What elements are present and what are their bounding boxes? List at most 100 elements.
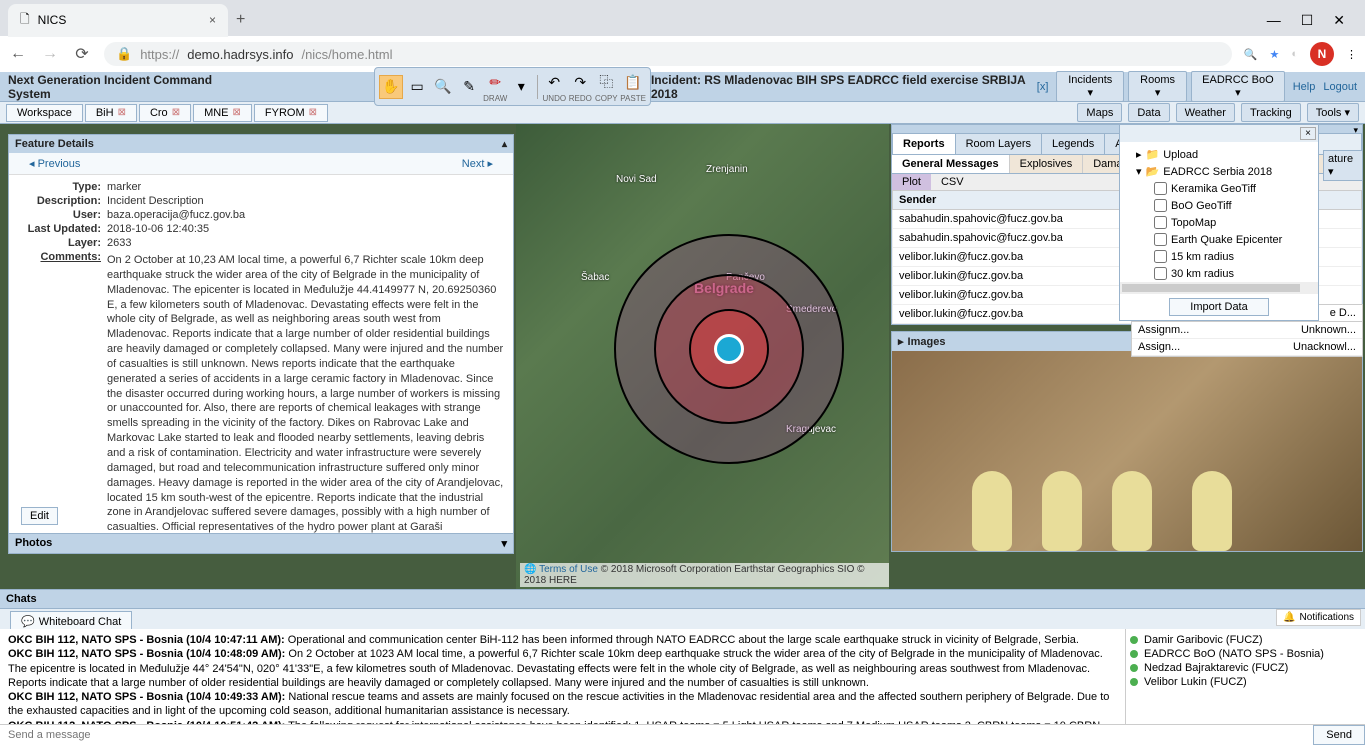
- send-button[interactable]: Send: [1313, 725, 1365, 745]
- tree-folder-upload[interactable]: ▸📁Upload: [1124, 146, 1314, 163]
- map-view[interactable]: Novi Sad Zrenjanin Pančevo Šabac Smedere…: [516, 124, 889, 589]
- chat-user[interactable]: Velibor Lukin (FUCZ): [1130, 675, 1361, 689]
- next-feature[interactable]: Next ▸: [462, 157, 493, 170]
- feature-panel-header[interactable]: Feature Details▴: [9, 135, 513, 153]
- chat-icon: 💬: [21, 615, 35, 628]
- import-data-button[interactable]: Import Data: [1169, 298, 1269, 316]
- expand-icon[interactable]: ▸: [898, 335, 904, 348]
- menu-icon[interactable]: ⋮: [1346, 48, 1357, 61]
- tab-legends[interactable]: Legends: [1042, 134, 1105, 154]
- scrollbar[interactable]: [1122, 284, 1300, 292]
- pencil-tool[interactable]: ✎: [457, 75, 481, 99]
- profile-avatar[interactable]: N: [1310, 42, 1334, 66]
- layer-checkbox[interactable]: [1154, 182, 1167, 195]
- tab-csv[interactable]: CSV: [931, 174, 974, 190]
- maps-button[interactable]: Maps: [1077, 103, 1122, 122]
- hand-tool[interactable]: ✋: [379, 75, 403, 99]
- edit-button[interactable]: Edit: [21, 507, 58, 525]
- tab-fyrom[interactable]: FYROM⊠: [254, 104, 328, 122]
- forward-button[interactable]: →: [40, 45, 60, 63]
- tracking-button[interactable]: Tracking: [1241, 103, 1301, 122]
- copy-button[interactable]: ⿻: [594, 70, 618, 94]
- minimize-icon[interactable]: —: [1267, 12, 1281, 29]
- paste-button[interactable]: 📋: [621, 70, 645, 94]
- browser-tab[interactable]: 🗋 NICS ×: [8, 4, 228, 37]
- incident-image[interactable]: [892, 351, 1362, 551]
- tab-cro[interactable]: Cro⊠: [139, 104, 191, 122]
- zoom-icon[interactable]: 🔍: [1244, 48, 1258, 61]
- redo-button[interactable]: ↷: [568, 70, 592, 94]
- notifications-button[interactable]: 🔔Notifications: [1276, 609, 1361, 626]
- tab-reports[interactable]: Reports: [893, 134, 956, 154]
- user-dropdown[interactable]: EADRCC BoO ▾: [1191, 71, 1285, 102]
- chat-messages[interactable]: OKC BIH 112, NATO SPS - Bosnia (10/4 10:…: [0, 629, 1125, 724]
- tab-mne[interactable]: MNE⊠: [193, 104, 252, 122]
- close-icon[interactable]: ⊠: [118, 107, 126, 118]
- chat-input[interactable]: [0, 725, 1313, 745]
- close-icon[interactable]: ⊠: [172, 107, 180, 118]
- maximize-icon[interactable]: ☐: [1301, 12, 1314, 29]
- tools-dropdown[interactable]: Tools ▾: [1307, 103, 1359, 122]
- feature-details-panel: Feature Details▴ ◂ Previous Next ▸ Type:…: [8, 134, 514, 554]
- chats-header[interactable]: Chats: [0, 589, 1365, 609]
- chat-user[interactable]: EADRCC BoO (NATO SPS - Bosnia): [1130, 647, 1361, 661]
- photos-panel-header[interactable]: Photos▾: [9, 533, 513, 553]
- data-button[interactable]: Data: [1128, 103, 1169, 122]
- new-tab-button[interactable]: +: [236, 11, 245, 29]
- bookmark-icon[interactable]: ★: [1269, 48, 1279, 61]
- logout-link[interactable]: Logout: [1323, 81, 1357, 93]
- tree-layer-item[interactable]: Earth Quake Epicenter: [1124, 231, 1314, 248]
- back-button[interactable]: ←: [8, 45, 28, 63]
- weather-button[interactable]: Weather: [1176, 103, 1235, 122]
- select-tool[interactable]: ▭: [405, 75, 429, 99]
- help-link[interactable]: Help: [1293, 81, 1316, 93]
- tab-workspace[interactable]: Workspace: [6, 104, 83, 122]
- tree-layer-item[interactable]: Keramika GeoTiff: [1124, 180, 1314, 197]
- address-bar[interactable]: 🔒 https://demo.hadrsys.info/nics/home.ht…: [104, 42, 1232, 66]
- collapse-icon[interactable]: ▾: [501, 537, 507, 550]
- terms-link[interactable]: Terms of Use: [539, 564, 598, 575]
- feature-dropdown-hidden[interactable]: ature ▾: [1323, 150, 1363, 181]
- comments-label: Comments:: [17, 251, 107, 533]
- close-icon[interactable]: ⊠: [233, 107, 241, 118]
- close-icon[interactable]: ⊠: [309, 107, 317, 118]
- layer-checkbox[interactable]: [1154, 267, 1167, 280]
- image-tool[interactable]: ▾: [509, 75, 533, 99]
- prev-feature[interactable]: ◂ Previous: [29, 157, 80, 170]
- layer-checkbox[interactable]: [1154, 216, 1167, 229]
- rooms-dropdown[interactable]: Rooms ▾: [1128, 71, 1187, 102]
- tree-layer-item[interactable]: 30 km radius: [1124, 265, 1314, 282]
- chat-message: OKC BIH 112, NATO SPS - Bosnia (10/4 10:…: [8, 647, 1117, 690]
- close-tab-icon[interactable]: ×: [209, 13, 216, 27]
- draw-tool[interactable]: ✏: [483, 70, 507, 94]
- close-window-icon[interactable]: ✕: [1333, 12, 1345, 29]
- updated-label: Last Updated:: [17, 223, 107, 235]
- map-attribution: 🌐 Terms of Use © 2018 Microsoft Corporat…: [520, 563, 889, 587]
- chat-user[interactable]: Damir Garibovic (FUCZ): [1130, 633, 1361, 647]
- earthquake-epicenter[interactable]: [614, 234, 844, 464]
- layer-checkbox[interactable]: [1154, 250, 1167, 263]
- zoom-tool[interactable]: 🔍: [431, 75, 455, 99]
- tree-layer-item[interactable]: 15 km radius: [1124, 248, 1314, 265]
- tab-bih[interactable]: BiH⊠: [85, 104, 137, 122]
- tab-room-layers[interactable]: Room Layers: [956, 134, 1042, 154]
- chat-user[interactable]: Nedzad Bajraktarevic (FUCZ): [1130, 661, 1361, 675]
- close-popup-icon[interactable]: ×: [1300, 127, 1316, 140]
- tree-layer-item[interactable]: TopoMap: [1124, 214, 1314, 231]
- tab-general-messages[interactable]: General Messages: [892, 155, 1010, 173]
- epicenter-marker-icon[interactable]: [714, 334, 744, 364]
- chat-message: OKC BIH 112, NATO SPS - Bosnia (10/4 10:…: [8, 633, 1117, 647]
- layer-checkbox[interactable]: [1154, 233, 1167, 246]
- tab-explosives[interactable]: Explosives: [1010, 155, 1084, 173]
- tree-folder-root[interactable]: ▾📂EADRCC Serbia 2018: [1124, 163, 1314, 180]
- tab-plot[interactable]: Plot: [892, 174, 931, 190]
- map-city-label: Šabac: [581, 272, 609, 283]
- collapse-icon[interactable]: ▾: [1353, 125, 1358, 133]
- tree-layer-item[interactable]: BoO GeoTiff: [1124, 197, 1314, 214]
- layer-checkbox[interactable]: [1154, 199, 1167, 212]
- reload-button[interactable]: ⟳: [72, 44, 92, 64]
- collapse-icon[interactable]: ▴: [502, 139, 507, 150]
- undo-button[interactable]: ↶: [542, 70, 566, 94]
- incidents-dropdown[interactable]: Incidents ▾: [1056, 71, 1124, 102]
- close-incident[interactable]: [x]: [1037, 81, 1049, 93]
